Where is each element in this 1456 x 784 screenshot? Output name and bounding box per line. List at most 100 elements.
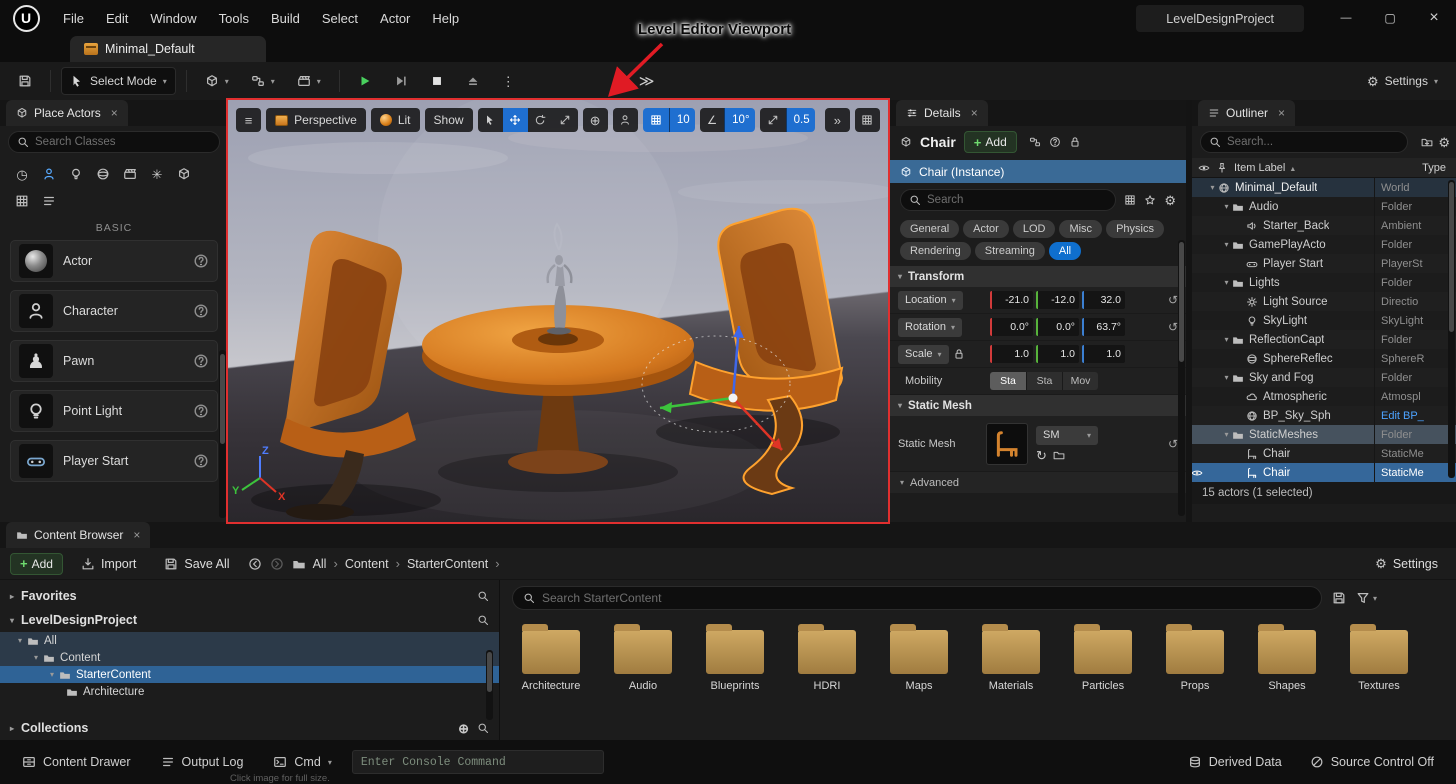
close-icon[interactable]: × <box>971 106 978 120</box>
breadcrumb-content[interactable]: Content <box>345 557 389 571</box>
camera-speed-chevrons[interactable]: » <box>824 108 850 132</box>
move-tool-button[interactable] <box>502 108 528 132</box>
breadcrumb-all[interactable]: All <box>313 557 327 571</box>
viewport-menu-button[interactable]: ≡ <box>236 108 262 132</box>
outliner-row-selected[interactable]: Chair StaticMe <box>1192 463 1456 482</box>
place-actor-item-player-start[interactable]: Player Start <box>10 440 218 482</box>
save-button[interactable] <box>10 67 40 95</box>
collections-section[interactable]: ▸ Collections ⊕ <box>0 716 499 740</box>
expander-icon[interactable] <box>1207 183 1218 192</box>
filter-lod[interactable]: LOD <box>1012 220 1056 238</box>
stop-button[interactable] <box>422 67 452 95</box>
menu-window[interactable]: Window <box>139 0 207 36</box>
filter-dropdown[interactable]: ▾ <box>1356 591 1377 605</box>
scrollbar[interactable] <box>486 650 493 720</box>
outliner-row[interactable]: BP_Sky_Sph Edit BP_ <box>1192 406 1456 425</box>
filter-all[interactable]: All <box>1048 242 1082 260</box>
cinematics-dropdown[interactable]: ▾ <box>289 67 329 95</box>
help-icon[interactable] <box>193 303 209 319</box>
rotation-y-field[interactable]: 0.0° <box>1036 318 1079 336</box>
gear-icon[interactable]: ⚙ <box>1438 136 1450 149</box>
location-y-field[interactable]: -12.0 <box>1036 291 1079 309</box>
save-search-icon[interactable] <box>1332 591 1346 605</box>
cinematic-category-icon[interactable] <box>118 162 142 186</box>
project-section[interactable]: ▾ LevelDesignProject <box>0 608 499 632</box>
folder-materials[interactable]: Materials <box>972 622 1050 692</box>
mobility-movable-button[interactable]: Mov <box>1062 372 1098 390</box>
play-button[interactable] <box>350 67 380 95</box>
content-drawer-button[interactable]: Content Drawer <box>12 749 141 775</box>
help-icon[interactable] <box>1049 136 1061 148</box>
close-icon[interactable]: × <box>1278 106 1285 120</box>
search-icon[interactable] <box>477 722 489 734</box>
select-mode-dropdown[interactable]: Select Mode ▾ <box>61 67 176 95</box>
outliner-search[interactable] <box>1200 131 1409 153</box>
folder-audio[interactable]: Audio <box>604 622 682 692</box>
filter-physics[interactable]: Physics <box>1106 220 1164 238</box>
folder-blueprints[interactable]: Blueprints <box>696 622 774 692</box>
scrollbar[interactable] <box>1178 240 1185 516</box>
console-command-field[interactable] <box>351 750 604 774</box>
viewport-layout-button[interactable] <box>854 108 881 132</box>
place-actors-search[interactable] <box>8 131 220 153</box>
breadcrumb-startercontent[interactable]: StarterContent <box>407 557 488 571</box>
add-collection-icon[interactable]: ⊕ <box>458 722 469 735</box>
scale-dropdown[interactable]: Scale ▾ <box>898 344 949 364</box>
expander-icon[interactable] <box>1221 335 1232 344</box>
tab-content-browser[interactable]: Content Browser × <box>6 522 151 548</box>
angle-snap-value[interactable]: 10° <box>724 108 755 132</box>
select-tool-button[interactable] <box>477 108 503 132</box>
close-icon[interactable]: × <box>111 106 118 120</box>
back-icon[interactable] <box>248 557 262 571</box>
component-row-chair-instance[interactable]: Chair (Instance) <box>890 160 1186 183</box>
favorites-section[interactable]: ▸ Favorites <box>0 584 499 608</box>
lock-icon[interactable] <box>1069 136 1081 148</box>
scale-x-field[interactable]: 1.0 <box>990 345 1033 363</box>
forward-icon[interactable] <box>270 557 284 571</box>
folder-particles[interactable]: Particles <box>1064 622 1142 692</box>
outliner-row[interactable]: Chair StaticMe <box>1192 444 1456 463</box>
eye-icon[interactable] <box>1192 467 1203 479</box>
grid-snap-icon[interactable] <box>642 108 669 132</box>
scale-y-field[interactable]: 1.0 <box>1036 345 1079 363</box>
help-icon[interactable] <box>193 253 209 269</box>
add-content-button[interactable]: + Add <box>10 552 63 575</box>
lit-dropdown[interactable]: Lit <box>370 108 420 132</box>
scale-z-field[interactable]: 1.0 <box>1082 345 1125 363</box>
reset-rotation-icon[interactable]: ↺ <box>1168 320 1178 334</box>
expander-icon[interactable] <box>1221 430 1232 439</box>
settings-dropdown[interactable]: ⚙ Settings ▾ <box>1359 67 1446 95</box>
shapes-category-icon[interactable] <box>91 162 115 186</box>
reset-location-icon[interactable]: ↺ <box>1168 293 1178 307</box>
tab-place-actors[interactable]: Place Actors × <box>6 100 128 126</box>
rotation-snap-control[interactable]: ∠ 10° <box>699 108 755 132</box>
outliner-row[interactable]: Atmospheric Atmospl <box>1192 387 1456 406</box>
mobility-stationary-button[interactable]: Sta <box>1026 372 1062 390</box>
rotation-z-field[interactable]: 63.7° <box>1082 318 1125 336</box>
basic-category-icon[interactable] <box>37 162 61 186</box>
scale-snap-icon[interactable] <box>759 108 786 132</box>
folder-maps[interactable]: Maps <box>880 622 958 692</box>
blueprints-dropdown[interactable]: ▾ <box>243 67 283 95</box>
tree-row-architecture[interactable]: Architecture <box>0 683 499 700</box>
angle-snap-icon[interactable]: ∠ <box>699 108 725 132</box>
location-z-field[interactable]: 32.0 <box>1082 291 1125 309</box>
details-search-input[interactable] <box>927 194 1108 206</box>
edit-blueprint-link[interactable]: Edit BP_ <box>1374 406 1448 425</box>
perspective-dropdown[interactable]: Perspective <box>266 108 366 132</box>
menu-tools[interactable]: Tools <box>208 0 260 36</box>
folder-textures[interactable]: Textures <box>1340 622 1418 692</box>
import-button[interactable]: Import <box>71 552 146 576</box>
place-actor-item-pawn[interactable]: ♟ Pawn <box>10 340 218 382</box>
show-dropdown[interactable]: Show <box>424 108 473 132</box>
menu-edit[interactable]: Edit <box>95 0 139 36</box>
rotation-x-field[interactable]: 0.0° <box>990 318 1033 336</box>
filter-actor[interactable]: Actor <box>963 220 1009 238</box>
menu-build[interactable]: Build <box>260 0 311 36</box>
rotate-tool-button[interactable] <box>527 108 553 132</box>
cmd-dropdown[interactable]: Cmd ▾ <box>263 749 341 775</box>
output-log-button[interactable]: Output Log <box>151 749 254 775</box>
menu-help[interactable]: Help <box>421 0 470 36</box>
outliner-row[interactable]: Player Start PlayerSt <box>1192 254 1456 273</box>
close-button[interactable] <box>1412 0 1456 36</box>
